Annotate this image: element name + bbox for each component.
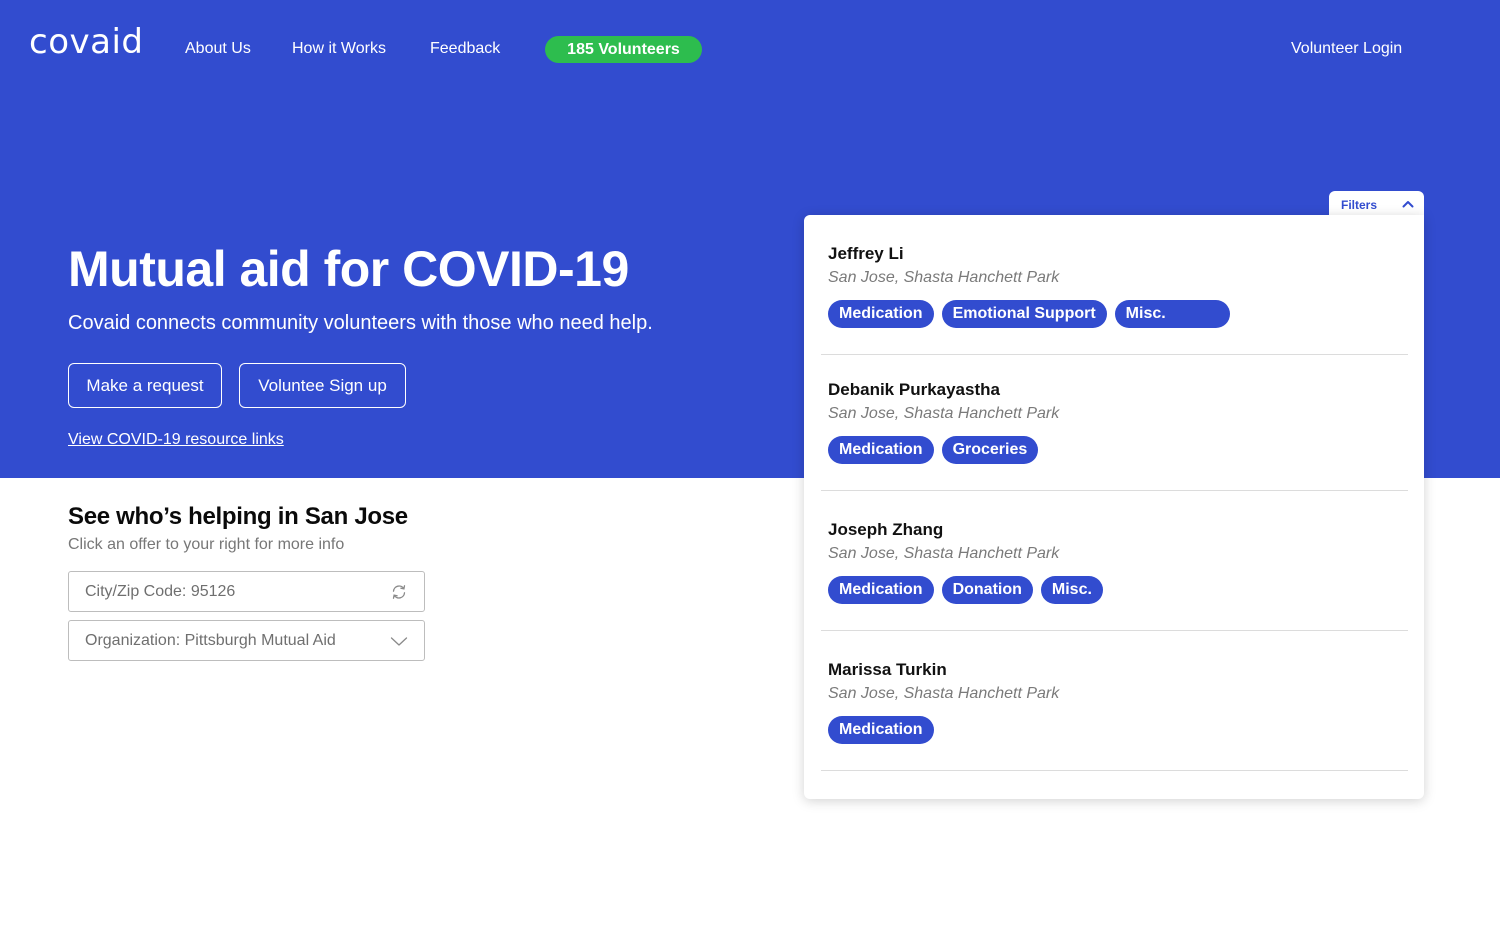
offer-tags: Medication Groceries <box>828 436 1039 464</box>
tag-medication: Medication <box>828 436 934 464</box>
offer-tags: Medication <box>828 716 934 744</box>
tag-misc: Misc. <box>1114 300 1230 328</box>
offer-item[interactable]: Marissa Turkin San Jose, Shasta Hanchett… <box>821 631 1408 771</box>
nav-feedback[interactable]: Feedback <box>430 40 500 58</box>
offer-item[interactable]: Debanik Purkayastha San Jose, Shasta Han… <box>821 351 1408 491</box>
city-zip-placeholder: City/Zip Code: 95126 <box>85 582 236 600</box>
refresh-icon[interactable] <box>390 583 408 601</box>
tag-medication: Medication <box>828 716 934 744</box>
offer-location: San Jose, Shasta Hanchett Park <box>828 405 1060 422</box>
hero-title: Mutual aid for COVID-19 <box>68 241 629 297</box>
organization-select[interactable]: Organization: Pittsburgh Mutual Aid <box>68 620 425 661</box>
volunteer-count-badge: 185 Volunteers <box>545 36 702 63</box>
offers-card: Jeffrey Li San Jose, Shasta Hanchett Par… <box>804 215 1424 799</box>
offer-location: San Jose, Shasta Hanchett Park <box>828 685 1060 702</box>
volunteer-login-link[interactable]: Volunteer Login <box>1291 40 1402 58</box>
chevron-down-icon <box>390 637 408 646</box>
offer-location: San Jose, Shasta Hanchett Park <box>828 269 1060 286</box>
tag-medication: Medication <box>828 576 934 604</box>
make-request-button[interactable]: Make a request <box>68 363 222 408</box>
chevron-up-icon <box>1402 201 1414 208</box>
nav-about-us[interactable]: About Us <box>185 40 251 58</box>
offer-tags: Medication Emotional Support Misc. <box>828 300 1230 328</box>
offer-tags: Medication Donation Misc. <box>828 576 1103 604</box>
resource-links-link[interactable]: View COVID-19 resource links <box>68 431 284 449</box>
offer-item[interactable]: Joseph Zhang San Jose, Shasta Hanchett P… <box>821 491 1408 631</box>
filters-label: Filters <box>1341 198 1378 212</box>
offer-name: Marissa Turkin <box>828 660 947 679</box>
section-title: See who’s helping in San Jose <box>68 503 408 530</box>
offer-name: Joseph Zhang <box>828 520 944 539</box>
tag-misc: Misc. <box>1040 576 1103 604</box>
organization-value: Organization: Pittsburgh Mutual Aid <box>85 631 336 649</box>
offer-name: Jeffrey Li <box>828 244 904 263</box>
tag-medication: Medication <box>828 300 934 328</box>
offer-location: San Jose, Shasta Hanchett Park <box>828 545 1060 562</box>
tag-groceries: Groceries <box>941 436 1039 464</box>
city-zip-input[interactable]: City/Zip Code: 95126 <box>68 571 425 612</box>
hero-subtitle: Covaid connects community volunteers wit… <box>68 312 653 334</box>
tag-donation: Donation <box>941 576 1033 604</box>
section-subtitle: Click an offer to your right for more in… <box>68 536 345 553</box>
tag-emotional-support: Emotional Support <box>941 300 1107 328</box>
covaid-logo[interactable]: covaid <box>29 22 143 62</box>
volunteer-signup-button[interactable]: Voluntee Sign up <box>239 363 406 408</box>
nav-how-it-works[interactable]: How it Works <box>292 40 386 58</box>
offer-name: Debanik Purkayastha <box>828 380 1000 399</box>
offer-item[interactable]: Jeffrey Li San Jose, Shasta Hanchett Par… <box>821 215 1408 355</box>
